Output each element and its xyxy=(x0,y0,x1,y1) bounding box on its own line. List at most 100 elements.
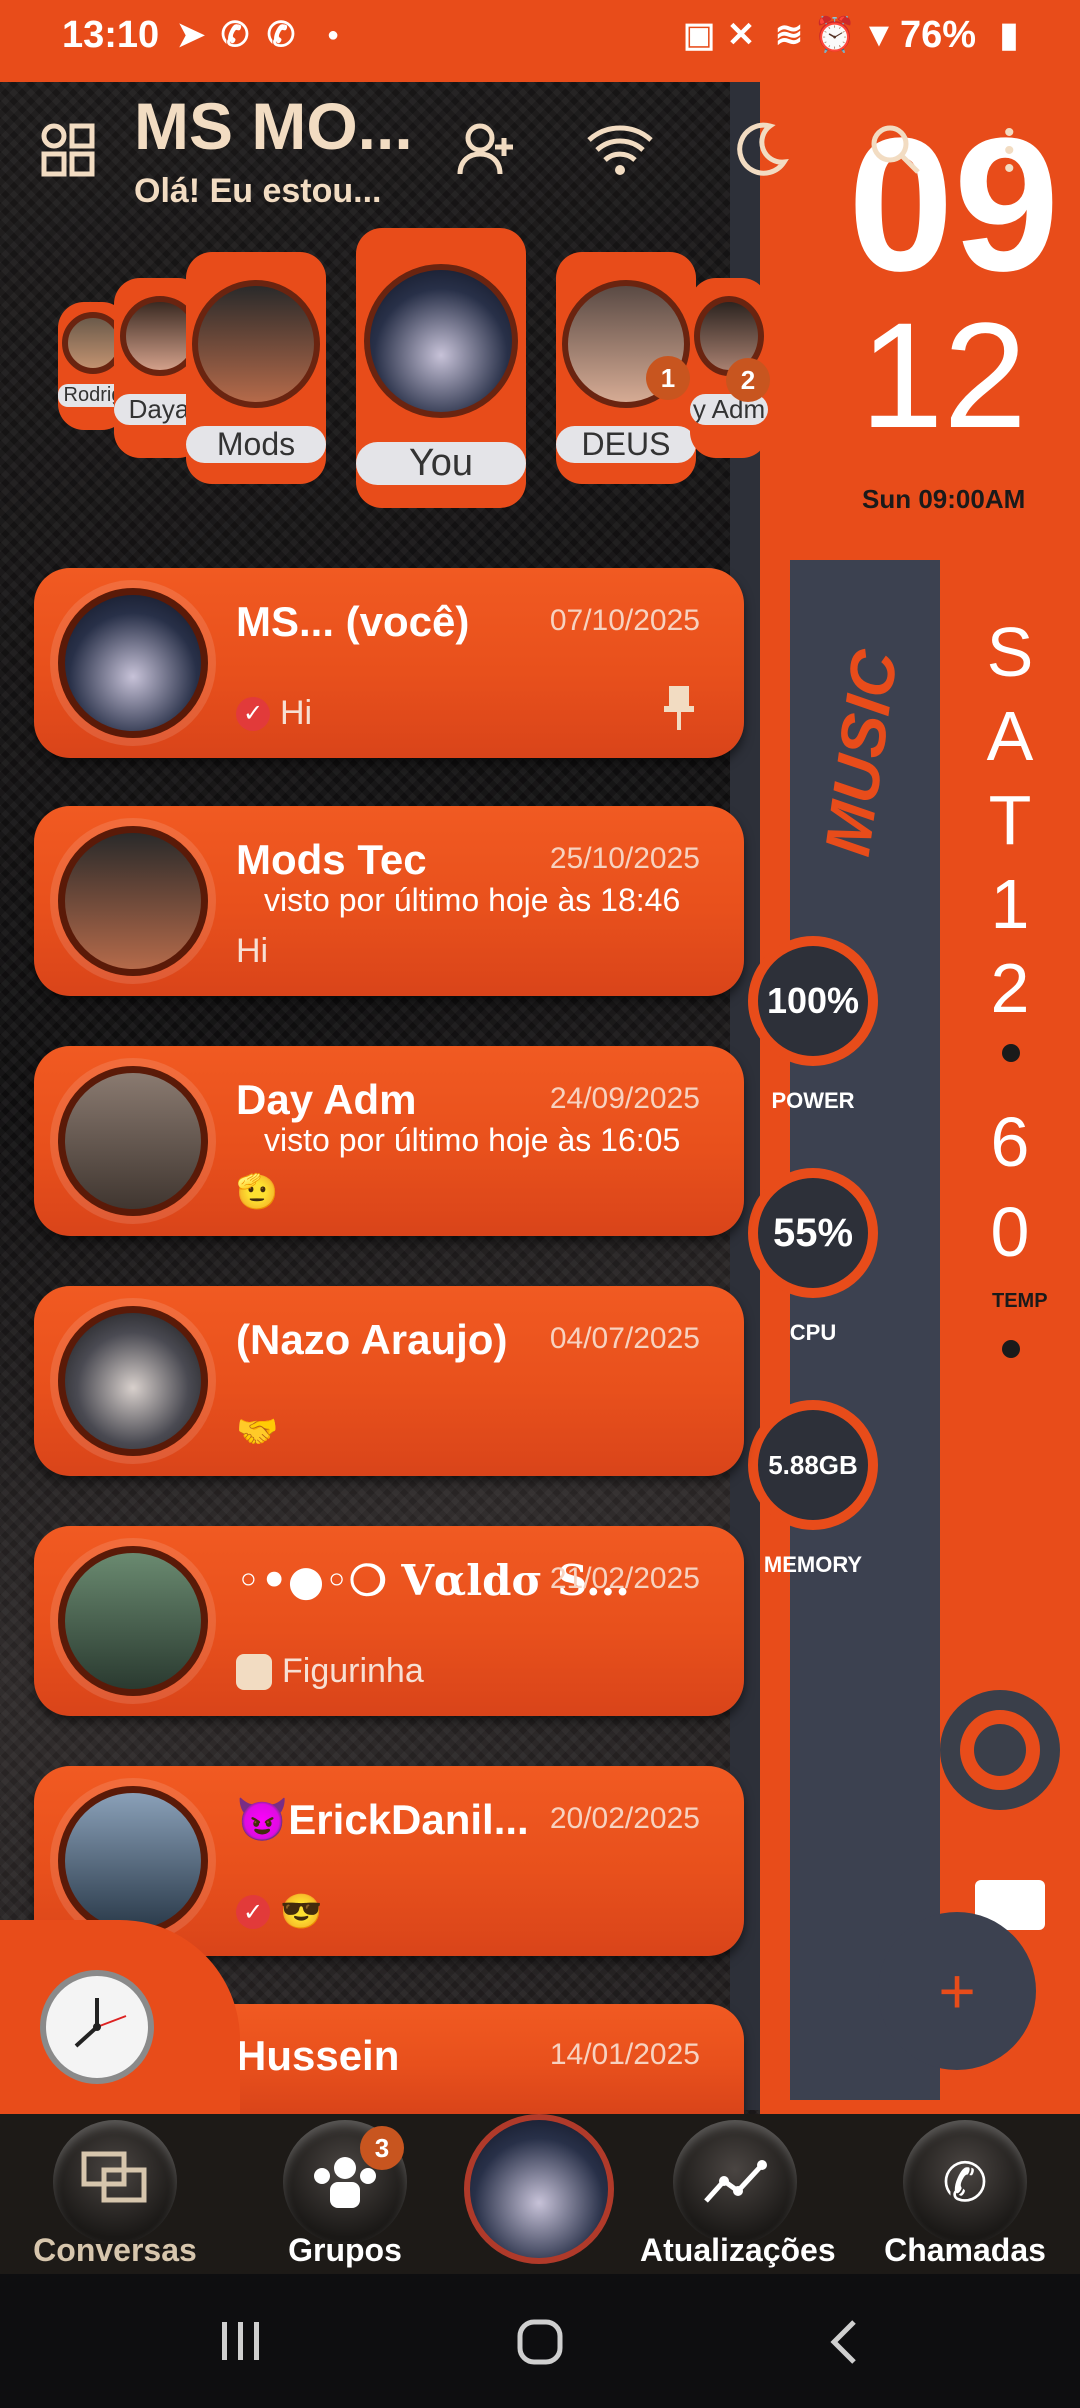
chat-last-message: 🤝 xyxy=(236,1413,279,1451)
chat-name: 😈ErickDanil... xyxy=(236,1796,529,1843)
moon-icon[interactable] xyxy=(720,110,800,190)
chat-date: 20/02/2025 xyxy=(549,1802,700,1835)
cpu-label: CPU xyxy=(789,1320,837,1345)
add-contact-icon[interactable] xyxy=(446,110,526,190)
chat-date: 14/01/2025 xyxy=(549,2038,700,2071)
ring-icon xyxy=(960,1710,1040,1790)
chat-avatar xyxy=(58,1306,208,1456)
chat-item[interactable]: Day Adm 24/09/2025 visto por último hoje… xyxy=(34,1046,744,1236)
pin-icon xyxy=(664,684,694,730)
chat-item[interactable]: ◦•●◦❍ Vαldσ S... 21/02/2025 Figurinha xyxy=(34,1526,744,1716)
search-icon[interactable] xyxy=(856,110,936,190)
chat-last-message: Figurinha xyxy=(236,1652,424,1691)
story-card[interactable]: Mods xyxy=(186,252,326,484)
chat-last-message: ✓ Hi xyxy=(236,694,312,733)
chat-avatar xyxy=(58,826,208,976)
chat-name: Day Adm xyxy=(236,1076,417,1123)
back-icon[interactable] xyxy=(826,2318,860,2371)
chat-last-message: Hi xyxy=(236,932,269,970)
phone-icon: ✆ xyxy=(903,2120,1027,2244)
nav-grupos[interactable]: 3 Grupos xyxy=(250,2120,440,2269)
read-check-icon: ✓ xyxy=(236,1895,270,1929)
story-avatar xyxy=(192,280,320,408)
chat-item[interactable]: MS... (você) 07/10/2025 ✓ Hi xyxy=(34,568,744,758)
analog-clock-icon[interactable] xyxy=(40,1970,154,2084)
memory-gauge: 5.88GB xyxy=(748,1400,878,1530)
nav-conversas[interactable]: Conversas xyxy=(20,2120,210,2269)
chat-name: (Nazo Araujo) xyxy=(236,1316,508,1363)
recents-icon[interactable] xyxy=(218,2318,262,2369)
chat-last-message: 🫡 xyxy=(236,1173,279,1211)
battery-level: 76% xyxy=(900,14,977,56)
memory-label: MEMORY xyxy=(763,1552,863,1577)
widget-day-letter: S xyxy=(986,613,1034,691)
updates-icon xyxy=(673,2120,797,2244)
nav-label: Chamadas xyxy=(884,2232,1046,2268)
nav-label: Atualizações xyxy=(640,2232,836,2268)
battery-icon: ▮ xyxy=(999,16,1019,54)
wifi-icon[interactable] xyxy=(580,110,660,190)
chat-date: 04/07/2025 xyxy=(549,1322,700,1355)
widget-temp-digit: 0 xyxy=(990,1193,1030,1271)
story-card-you[interactable]: You xyxy=(356,228,526,508)
chat-last-message: ✓ 😎 xyxy=(236,1892,322,1932)
read-check-icon: ✓ xyxy=(236,696,270,731)
nav-label: Grupos xyxy=(288,2232,402,2268)
widget-day-letter: A xyxy=(986,697,1034,775)
new-chat-button[interactable]: + xyxy=(878,1912,1036,2070)
widget-day-letter: T xyxy=(988,781,1032,859)
chat-last-seen: visto por último hoje às 16:05 xyxy=(264,1122,681,1158)
screen: 09 12 Sun 09:00AM MUSIC S A T 1 2 6 0 TE… xyxy=(0,0,1080,2408)
more-options-icon[interactable]: • • • xyxy=(1004,118,1018,184)
story-card[interactable]: 2 y Adm xyxy=(690,278,770,458)
widget-temp-label: TEMP xyxy=(992,1290,1048,1312)
chat-item[interactable]: Mods Tec 25/10/2025 visto por último hoj… xyxy=(34,806,744,996)
widget-date: Sun 09:00AM xyxy=(862,484,1026,514)
home-icon[interactable] xyxy=(516,2318,564,2371)
power-label: POWER xyxy=(771,1088,855,1113)
chat-message-text: Hi xyxy=(280,694,313,732)
nfc-icon: ▣ xyxy=(682,16,716,54)
alarm-icon: ⏰ xyxy=(813,16,857,54)
story-label: You xyxy=(356,442,526,485)
power-gauge: 100% xyxy=(748,936,878,1066)
chat-name: Mods Tec xyxy=(236,836,427,883)
signal-icon: ▼ xyxy=(862,15,896,54)
chat-name: MS... (você) xyxy=(236,598,470,645)
mute-icon: ✕ xyxy=(726,16,756,54)
chat-avatar xyxy=(58,588,208,738)
story-card[interactable]: 1 DEUS xyxy=(556,252,696,484)
chat-avatar xyxy=(58,1786,208,1936)
nav-atualizacoes[interactable]: Atualizações xyxy=(640,2120,836,2269)
app-status[interactable]: Olá! Eu estou... xyxy=(134,172,381,211)
chat-message-text: 😎 xyxy=(280,1893,323,1931)
widget-day-letter: 2 xyxy=(990,949,1030,1027)
story-label: Mods xyxy=(186,426,326,463)
widget-dot xyxy=(1002,1044,1020,1062)
story-badge: 1 xyxy=(646,356,690,400)
chat-date: 25/10/2025 xyxy=(549,842,700,875)
chat-avatar xyxy=(58,1066,208,1216)
nav-chamadas[interactable]: ✆ Chamadas xyxy=(870,2120,1060,2269)
dot-icon: ● xyxy=(326,23,340,46)
chat-message-text: Figurinha xyxy=(282,1652,424,1690)
widget-dot xyxy=(1002,1340,1020,1358)
whatsapp-business-icon: ✆ xyxy=(266,16,296,54)
chat-last-seen: visto por último hoje às 18:46 xyxy=(264,882,681,918)
app-title[interactable]: MS MO... xyxy=(134,88,413,164)
profile-avatar-button[interactable] xyxy=(464,2114,614,2264)
chat-date: 24/09/2025 xyxy=(549,1082,700,1115)
status-bar: 13:10 ➤ ✆ ✆ ● ▣ ✕ ≋ ⏰ ▼ 76% ▮ xyxy=(0,0,1080,82)
groups-badge: 3 xyxy=(360,2126,404,2170)
widget-day-letter: 1 xyxy=(990,865,1030,943)
story-badge: 2 xyxy=(726,358,770,402)
sticker-icon xyxy=(236,1653,272,1690)
apps-icon[interactable] xyxy=(28,110,108,190)
floating-bubble[interactable] xyxy=(940,1690,1060,1810)
widget-minute: 12 xyxy=(860,291,1027,459)
chat-item[interactable]: (Nazo Araujo) 04/07/2025 🤝 xyxy=(34,1286,744,1476)
wifi-status-icon: ≋ xyxy=(774,16,804,54)
cpu-gauge: 55% xyxy=(748,1168,878,1298)
story-avatar xyxy=(364,264,518,418)
widget-temp-digit: 6 xyxy=(990,1103,1030,1181)
